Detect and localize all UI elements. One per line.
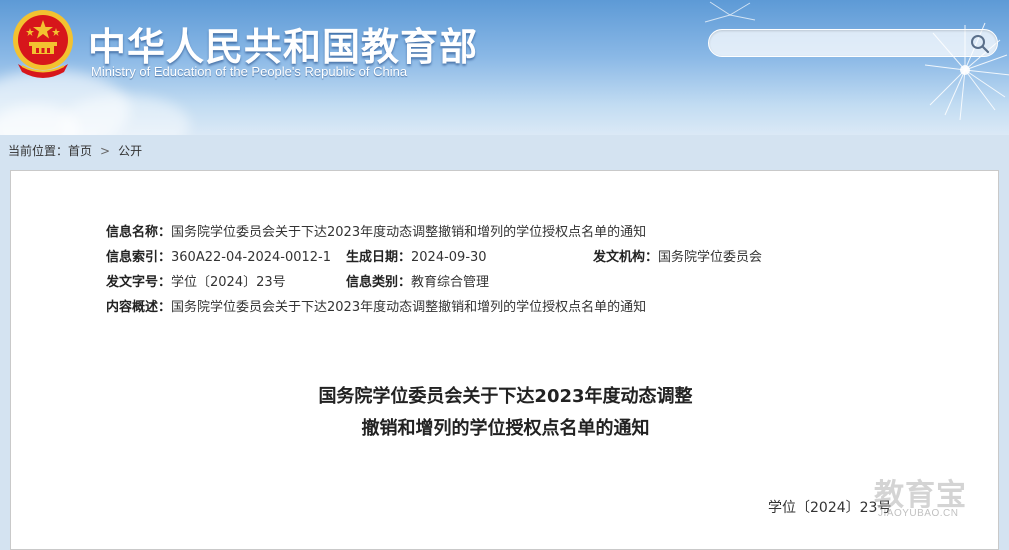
meta-row-date: 生成日期：2024-09-30 [346,248,487,268]
meta-date-label: 生成日期： [346,250,412,265]
breadcrumb-separator: > [100,144,111,158]
meta-name-value: 国务院学位委员会关于下达2023年度动态调整撤销和增列的学位授权点名单的通知 [171,225,647,240]
meta-row-org: 发文机构：国务院学位委员会 [593,248,762,268]
search-icon[interactable] [969,33,991,55]
meta-row-index: 信息索引：360A22-04-2024-0012-1 [106,248,331,268]
meta-summary-label: 内容概述： [106,300,172,315]
meta-name-label: 信息名称： [106,225,172,240]
breadcrumb-label: 当前位置： [8,144,69,158]
watermark-logo: 教育宝 JIAOYUBAO.CN [866,470,996,526]
meta-date-value: 2024-09-30 [411,250,487,265]
meta-docno-value: 学位〔2024〕23号 [171,275,286,290]
breadcrumb-public-link[interactable]: 公开 [118,144,142,158]
watermark-en: JIAOYUBAO.CN [878,508,959,519]
document-title-line-2: 撤销和增列的学位授权点名单的通知 [361,418,650,439]
document-title: 国务院学位委员会关于下达2023年度动态调整 撤销和增列的学位授权点名单的通知 [11,381,1000,445]
national-emblem-icon[interactable] [8,6,78,82]
meta-row-docno: 发文字号：学位〔2024〕23号 [106,273,286,293]
meta-type-label: 信息类别： [346,275,412,290]
meta-row-summary: 内容概述：国务院学位委员会关于下达2023年度动态调整撤销和增列的学位授权点名单… [106,298,646,318]
meta-row-type: 信息类别：教育综合管理 [346,273,489,293]
meta-index-label: 信息索引： [106,250,172,265]
site-subtitle: Ministry of Education of the People's Re… [91,64,408,79]
dandelion-decoration [704,1,756,23]
content-panel: 信息名称：国务院学位委员会关于下达2023年度动态调整撤销和增列的学位授权点名单… [10,170,999,550]
breadcrumb-home-link[interactable]: 首页 [68,144,92,158]
document-title-line-1: 国务院学位委员会关于下达2023年度动态调整 [318,386,693,407]
meta-org-label: 发文机构： [593,250,659,265]
meta-index-value: 360A22-04-2024-0012-1 [171,250,332,265]
search-input[interactable] [721,33,973,55]
meta-org-value: 国务院学位委员会 [658,250,763,265]
meta-summary-value: 国务院学位委员会关于下达2023年度动态调整撤销和增列的学位授权点名单的通知 [171,300,647,315]
search-box [708,29,998,57]
meta-docno-label: 发文字号： [106,275,172,290]
header-banner: 中华人民共和国教育部 Ministry of Education of the … [0,0,1009,135]
site-title[interactable]: 中华人民共和国教育部 [88,16,478,71]
breadcrumb: 当前位置：首页 > 公开 [8,142,142,159]
meta-type-value: 教育综合管理 [411,275,490,290]
meta-row-name: 信息名称：国务院学位委员会关于下达2023年度动态调整撤销和增列的学位授权点名单… [106,223,646,243]
